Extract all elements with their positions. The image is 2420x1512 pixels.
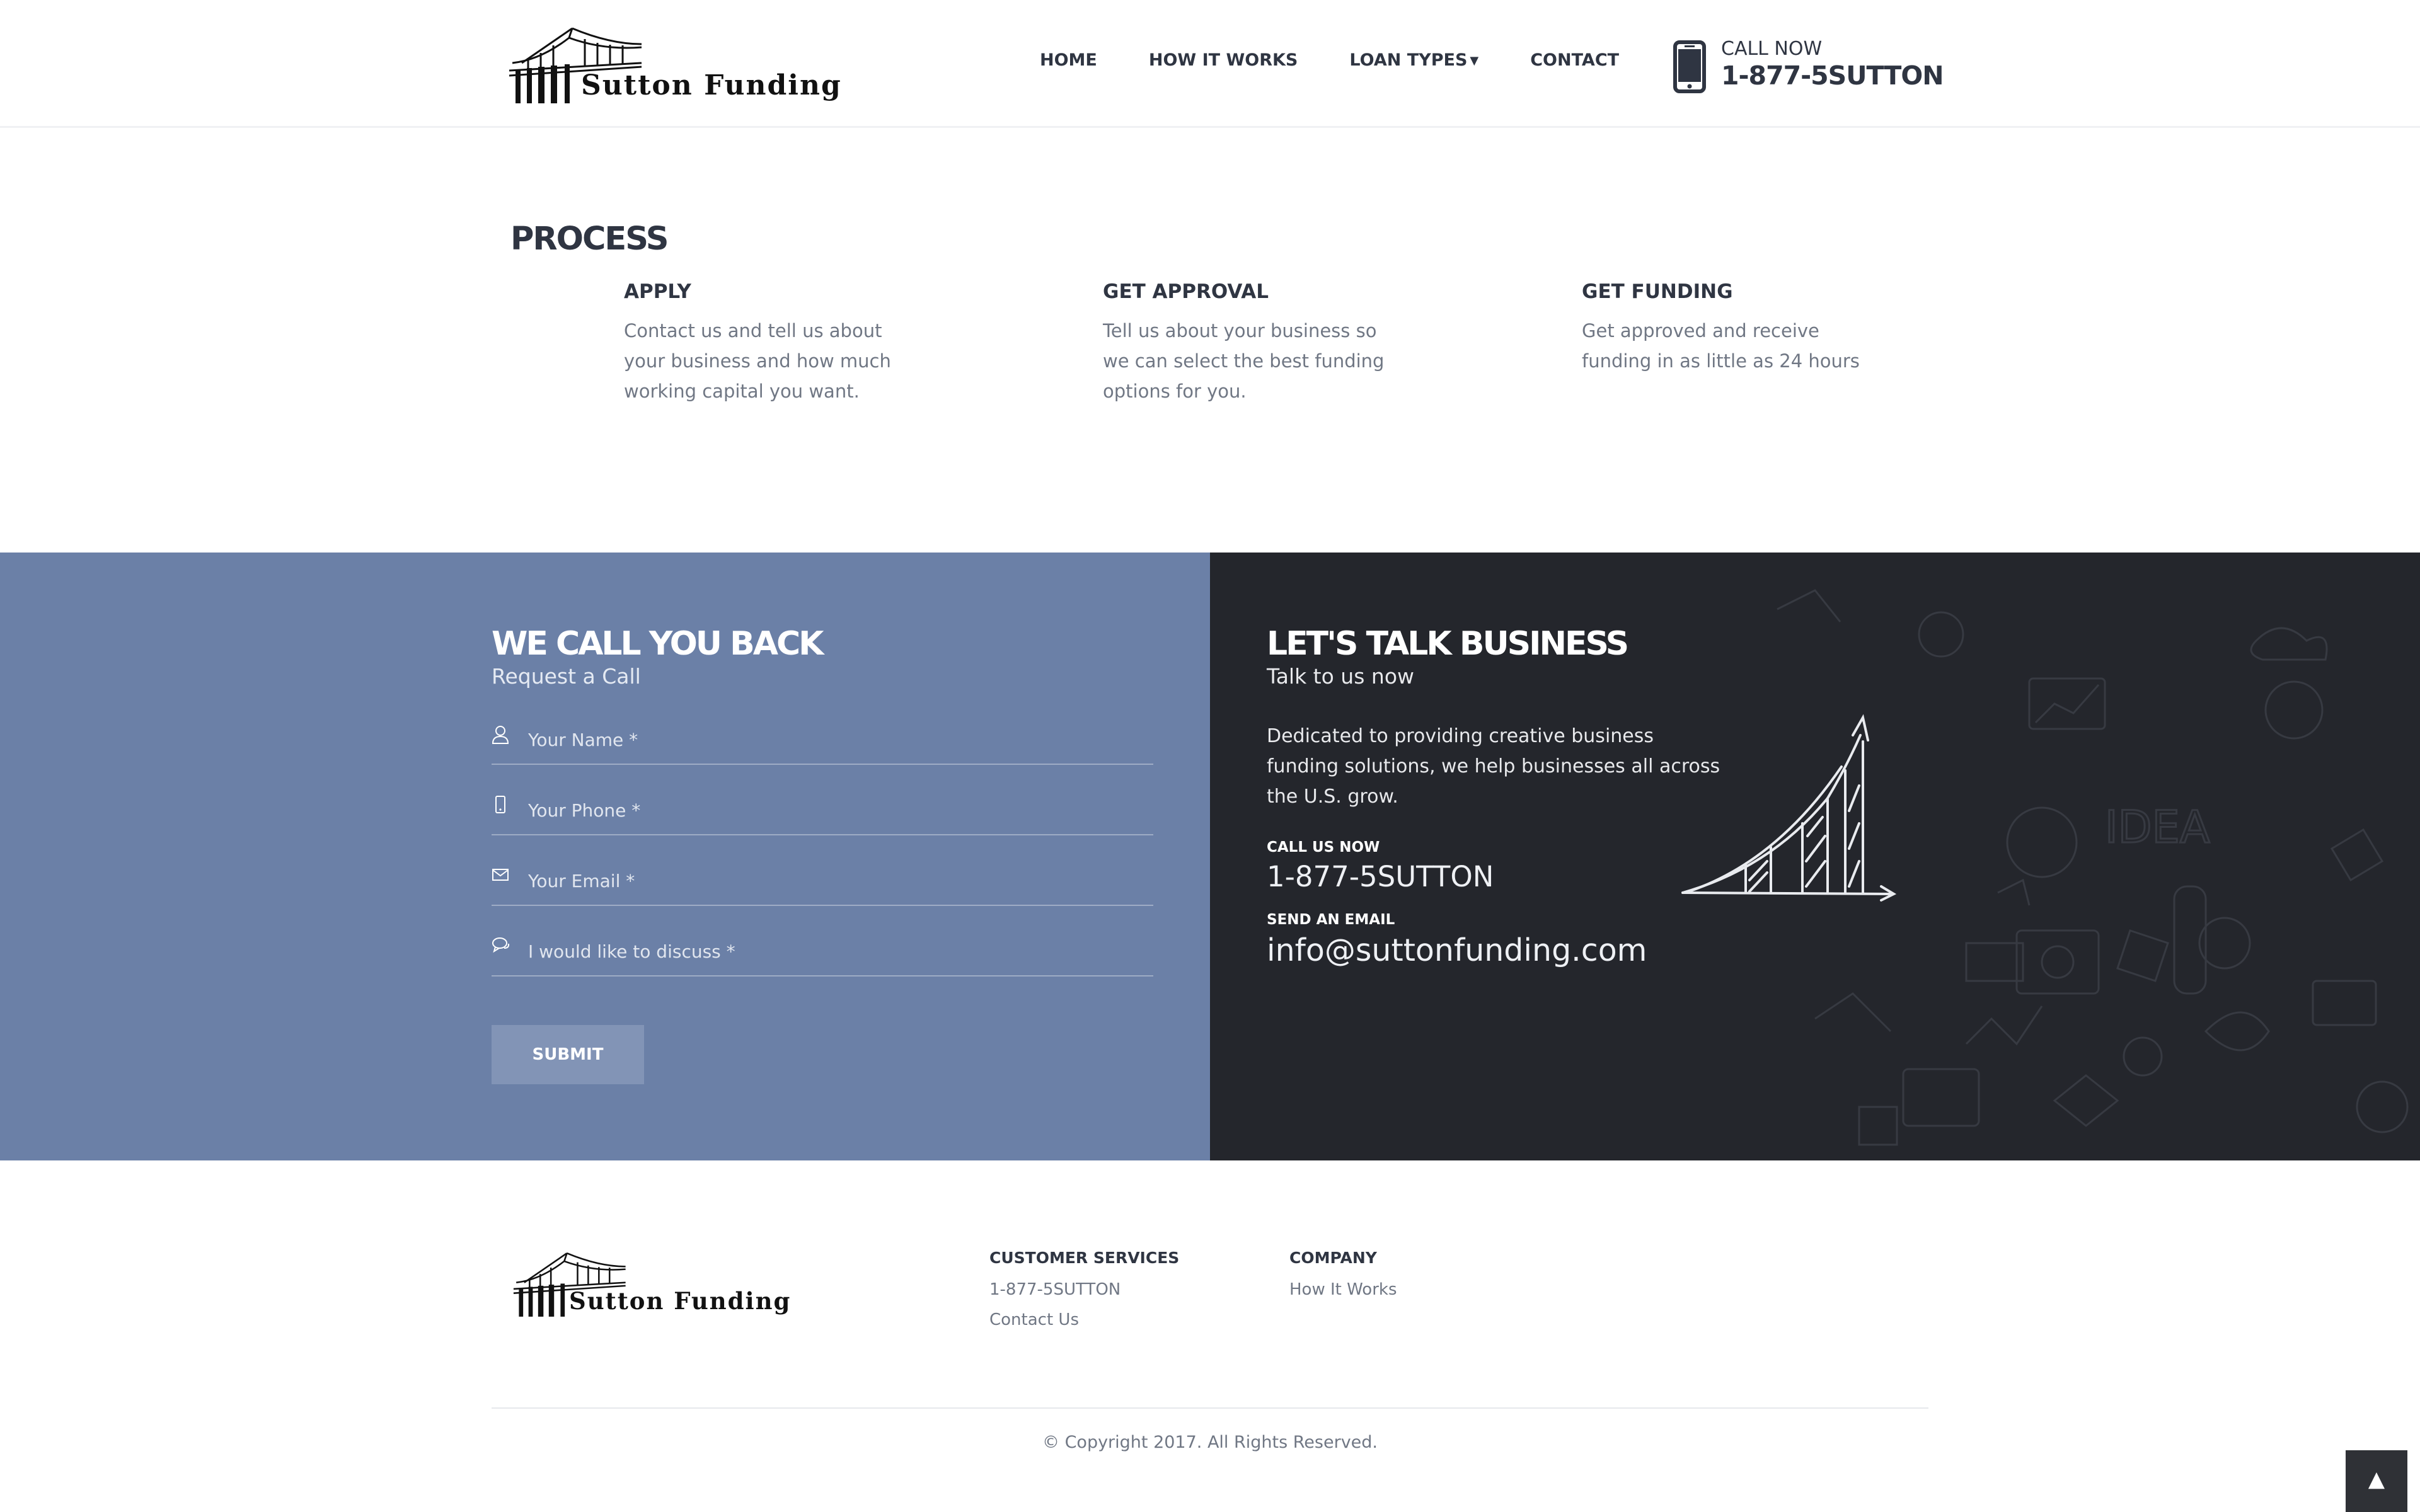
step-title: APPLY [624,280,691,303]
name-field [492,714,1153,765]
step-title: GET APPROVAL [1103,280,1269,303]
nav-loan-types[interactable]: LOAN TYPES ▼ [1349,50,1478,70]
footer-link-how-it-works[interactable]: How It Works [1289,1274,1397,1305]
chat-icon [492,937,510,953]
call-us-number[interactable]: 1-877-5SUTTON [1267,860,1494,893]
process-step-funding: GET FUNDING Get approved and receive fun… [1582,280,1872,376]
logo-text: Sutton Funding [581,69,842,101]
nav-contact-label: CONTACT [1530,50,1620,70]
footer-column-title: CUSTOMER SERVICES [989,1249,1180,1267]
nav-home-label: HOME [1040,50,1097,70]
footer-divider [492,1407,1928,1409]
submit-button[interactable]: SUBMIT [492,1025,644,1084]
header-call-number[interactable]: 1-877-5SUTTON [1721,60,1944,91]
phone-icon [495,796,505,813]
nav-contact[interactable]: CONTACT [1530,50,1619,70]
header-call-block[interactable]: CALL NOW 1-877-5SUTTON [1673,38,1944,101]
nav-how-it-works[interactable]: HOW IT WORKS [1149,50,1298,70]
site-header: Sutton Funding HOME HOW IT WORKS LOAN TY… [0,0,2420,128]
name-input[interactable] [528,727,1146,752]
phone-input[interactable] [528,798,1146,823]
process-title: PROCESS [510,220,669,258]
nav-how-it-works-label: HOW IT WORKS [1148,50,1298,70]
footer-link-phone[interactable]: 1-877-5SUTTON [989,1274,1179,1305]
phone-field [492,785,1153,835]
footer-link-contact-us[interactable]: Contact Us [989,1305,1179,1335]
step-description: Contact us and tell us about your busine… [624,320,891,402]
process-step-apply: APPLY Contact us and tell us about your … [624,280,914,406]
callback-subtitle: Request a Call [492,664,641,689]
step-description: Get approved and receive funding in as l… [1582,320,1860,372]
email-input[interactable] [528,868,1146,893]
talk-description: Dedicated to providing creative business… [1267,725,1720,808]
header-call-label: CALL NOW [1721,38,1823,60]
callback-section: WE CALL YOU BACK Request a Call SUBMIT [0,553,1210,1160]
main-nav: HOME HOW IT WORKS LOAN TYPES ▼ CONTACT [1040,50,1619,70]
caret-down-icon: ▼ [1470,54,1479,67]
step-description: Tell us about your business so we can se… [1103,320,1385,402]
footer-logo[interactable]: Sutton Funding [509,1251,790,1320]
footer-company: COMPANY How It Works [1289,1249,1397,1305]
back-to-top-button[interactable]: ▲ [2346,1450,2407,1512]
nav-loan-types-label: LOAN TYPES [1349,50,1468,70]
email-field [492,856,1153,906]
discuss-input[interactable] [528,939,1146,964]
envelope-icon [492,869,509,881]
process-step-approval: GET APPROVAL Tell us about your business… [1103,280,1393,406]
copyright-text: © Copyright 2017. All Rights Reserved. [1042,1433,1378,1452]
talk-title: LET'S TALK BUSINESS [1267,625,1629,663]
talk-business-section: IDEA LET'S TALK BUSINESS Talk to us now … [1210,553,2420,1160]
talk-subtitle: Talk to us now [1267,664,1414,689]
logo-text: Sutton Funding [569,1287,792,1315]
discuss-field [492,926,1153,976]
user-icon [492,726,509,744]
nav-home[interactable]: HOME [1040,50,1097,70]
footer-column-title: COMPANY [1289,1249,1377,1267]
email-link[interactable]: info@suttonfunding.com [1267,932,1647,968]
site-logo[interactable]: Sutton Funding [509,25,841,107]
mobile-phone-icon [1673,40,1706,93]
chevron-up-icon: ▲ [2368,1467,2385,1492]
svg-text:IDEA: IDEA [2105,801,2210,853]
footer-customer-services: CUSTOMER SERVICES 1-877-5SUTTON Contact … [989,1249,1179,1335]
callback-title: WE CALL YOU BACK [492,625,824,663]
call-us-label: CALL US NOW [1267,839,1380,856]
send-email-label: SEND AN EMAIL [1267,912,1395,928]
step-title: GET FUNDING [1582,280,1733,303]
growth-chart-sketch-icon [1681,714,1897,902]
